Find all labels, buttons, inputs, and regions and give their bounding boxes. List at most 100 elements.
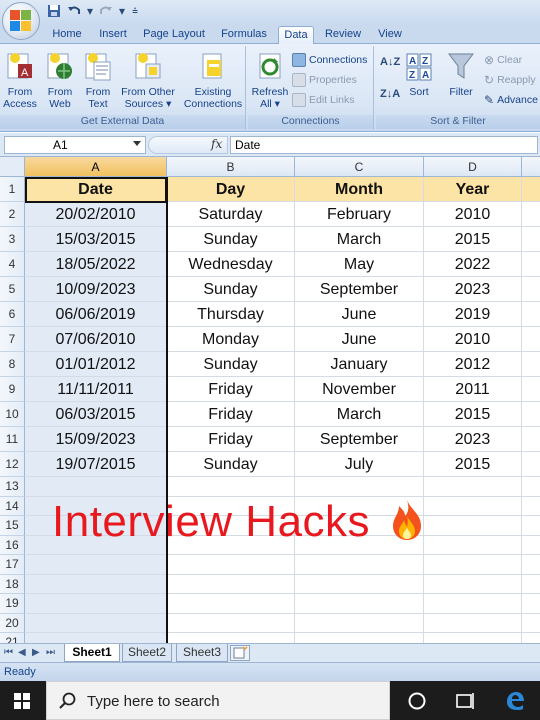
cell-a11[interactable]: 15/09/2023 — [25, 427, 167, 452]
cell-d7[interactable]: 2010 — [424, 327, 522, 352]
insert-function-icon[interactable]: fx — [211, 137, 222, 151]
cell-a6[interactable]: 06/06/2019 — [25, 302, 167, 327]
cell-c8[interactable]: January — [295, 352, 424, 377]
prev-sheet-icon[interactable]: ◀ — [18, 647, 26, 658]
row-header-8[interactable]: 8 — [0, 352, 25, 377]
column-header-partial[interactable] — [522, 157, 540, 177]
cell-d9[interactable]: 2011 — [424, 377, 522, 402]
cell-d18[interactable] — [424, 574, 522, 594]
dropdown-arrow-icon[interactable]: ▾ — [118, 3, 126, 19]
tab-view[interactable]: View — [370, 26, 410, 44]
cell-c5[interactable]: September — [295, 277, 424, 302]
cell-partial-20[interactable] — [522, 614, 540, 633]
cell-partial-4[interactable] — [522, 252, 540, 277]
cell-b5[interactable]: Sunday — [167, 277, 295, 302]
cell-d5[interactable]: 2023 — [424, 277, 522, 302]
cell-d15[interactable] — [424, 516, 522, 536]
cell-partial-1[interactable] — [522, 177, 540, 202]
cell-partial-14[interactable] — [522, 497, 540, 516]
from-web-button[interactable]: From Web — [44, 50, 76, 110]
cell-partial-10[interactable] — [522, 402, 540, 427]
from-text-button[interactable]: From Text — [82, 50, 114, 110]
cell-a20[interactable] — [25, 613, 167, 633]
row-header-6[interactable]: 6 — [0, 302, 25, 327]
cell-b20[interactable] — [167, 613, 295, 633]
cell-d19[interactable] — [424, 594, 522, 614]
cell-b11[interactable]: Friday — [167, 427, 295, 452]
first-sheet-icon[interactable]: ⏮ — [4, 647, 13, 658]
cell-b12[interactable]: Sunday — [167, 452, 295, 477]
cell-b7[interactable]: Monday — [167, 327, 295, 352]
tab-page-layout[interactable]: Page Layout — [140, 26, 208, 44]
task-view-icon[interactable] — [454, 690, 476, 712]
cell-b17[interactable] — [167, 555, 295, 575]
tab-home[interactable]: Home — [46, 26, 88, 44]
column-header-a[interactable]: A — [25, 157, 167, 177]
cell-partial-16[interactable] — [522, 536, 540, 555]
cell-c17[interactable] — [295, 555, 424, 575]
redo-icon[interactable] — [98, 3, 114, 19]
taskbar-search-box[interactable]: Type here to search — [46, 681, 390, 720]
cell-b13[interactable] — [167, 477, 295, 497]
cortana-icon[interactable] — [406, 690, 428, 712]
cell-a8[interactable]: 01/01/2012 — [25, 352, 167, 377]
sort-ascending-button[interactable]: A↓Z — [380, 54, 400, 70]
cell-d3[interactable]: 2015 — [424, 227, 522, 252]
tab-review[interactable]: Review — [320, 26, 366, 44]
properties-button[interactable]: Properties — [292, 72, 357, 88]
office-button[interactable] — [2, 2, 40, 40]
cell-d1[interactable]: Year — [424, 177, 522, 202]
tab-data[interactable]: Data — [278, 26, 314, 44]
cell-a2[interactable]: 20/02/2010 — [25, 202, 167, 227]
cell-c3[interactable]: March — [295, 227, 424, 252]
cell-a17[interactable] — [25, 555, 167, 575]
cell-c2[interactable]: February — [295, 202, 424, 227]
cell-c13[interactable] — [295, 477, 424, 497]
insert-sheet-icon[interactable] — [230, 645, 250, 661]
cell-c10[interactable]: March — [295, 402, 424, 427]
cell-d12[interactable]: 2015 — [424, 452, 522, 477]
cell-b10[interactable]: Friday — [167, 402, 295, 427]
column-header-c[interactable]: C — [295, 157, 424, 177]
cell-c11[interactable]: September — [295, 427, 424, 452]
row-header-20[interactable]: 20 — [0, 613, 25, 633]
column-header-d[interactable]: D — [424, 157, 522, 177]
row-header-2[interactable]: 2 — [0, 202, 25, 227]
cell-c19[interactable] — [295, 594, 424, 614]
cell-d16[interactable] — [424, 535, 522, 555]
cell-partial-11[interactable] — [522, 427, 540, 452]
row-header-17[interactable]: 17 — [0, 555, 25, 575]
cell-a4[interactable]: 18/05/2022 — [25, 252, 167, 277]
cell-c20[interactable] — [295, 613, 424, 633]
from-other-sources-button[interactable]: From Other Sources ▾ — [118, 50, 178, 110]
cell-a7[interactable]: 07/06/2010 — [25, 327, 167, 352]
last-sheet-icon[interactable]: ⏭ — [46, 647, 55, 658]
cell-a5[interactable]: 10/09/2023 — [25, 277, 167, 302]
cell-partial-5[interactable] — [522, 277, 540, 302]
row-header-3[interactable]: 3 — [0, 227, 25, 252]
undo-icon[interactable] — [66, 3, 82, 19]
cell-a9[interactable]: 11/11/2011 — [25, 377, 167, 402]
name-box-dropdown-icon[interactable] — [133, 141, 141, 146]
dropdown-arrow-icon[interactable]: ▾ — [86, 3, 94, 19]
cell-d14[interactable] — [424, 496, 522, 516]
from-access-button[interactable]: A From Access — [2, 50, 38, 110]
cell-partial-2[interactable] — [522, 202, 540, 227]
cell-d11[interactable]: 2023 — [424, 427, 522, 452]
cell-partial-3[interactable] — [522, 227, 540, 252]
cell-a18[interactable] — [25, 574, 167, 594]
cell-c7[interactable]: June — [295, 327, 424, 352]
cell-a10[interactable]: 06/03/2015 — [25, 402, 167, 427]
cell-b3[interactable]: Sunday — [167, 227, 295, 252]
formula-input[interactable]: Date — [230, 136, 538, 154]
cell-b1[interactable]: Day — [167, 177, 295, 202]
save-icon[interactable] — [46, 3, 62, 19]
cell-d6[interactable]: 2019 — [424, 302, 522, 327]
cell-partial-18[interactable] — [522, 575, 540, 594]
cell-a3[interactable]: 15/03/2015 — [25, 227, 167, 252]
cell-b9[interactable]: Friday — [167, 377, 295, 402]
cell-partial-17[interactable] — [522, 555, 540, 575]
row-header-9[interactable]: 9 — [0, 377, 25, 402]
name-box[interactable]: A1 — [4, 136, 146, 154]
cell-partial-19[interactable] — [522, 594, 540, 614]
